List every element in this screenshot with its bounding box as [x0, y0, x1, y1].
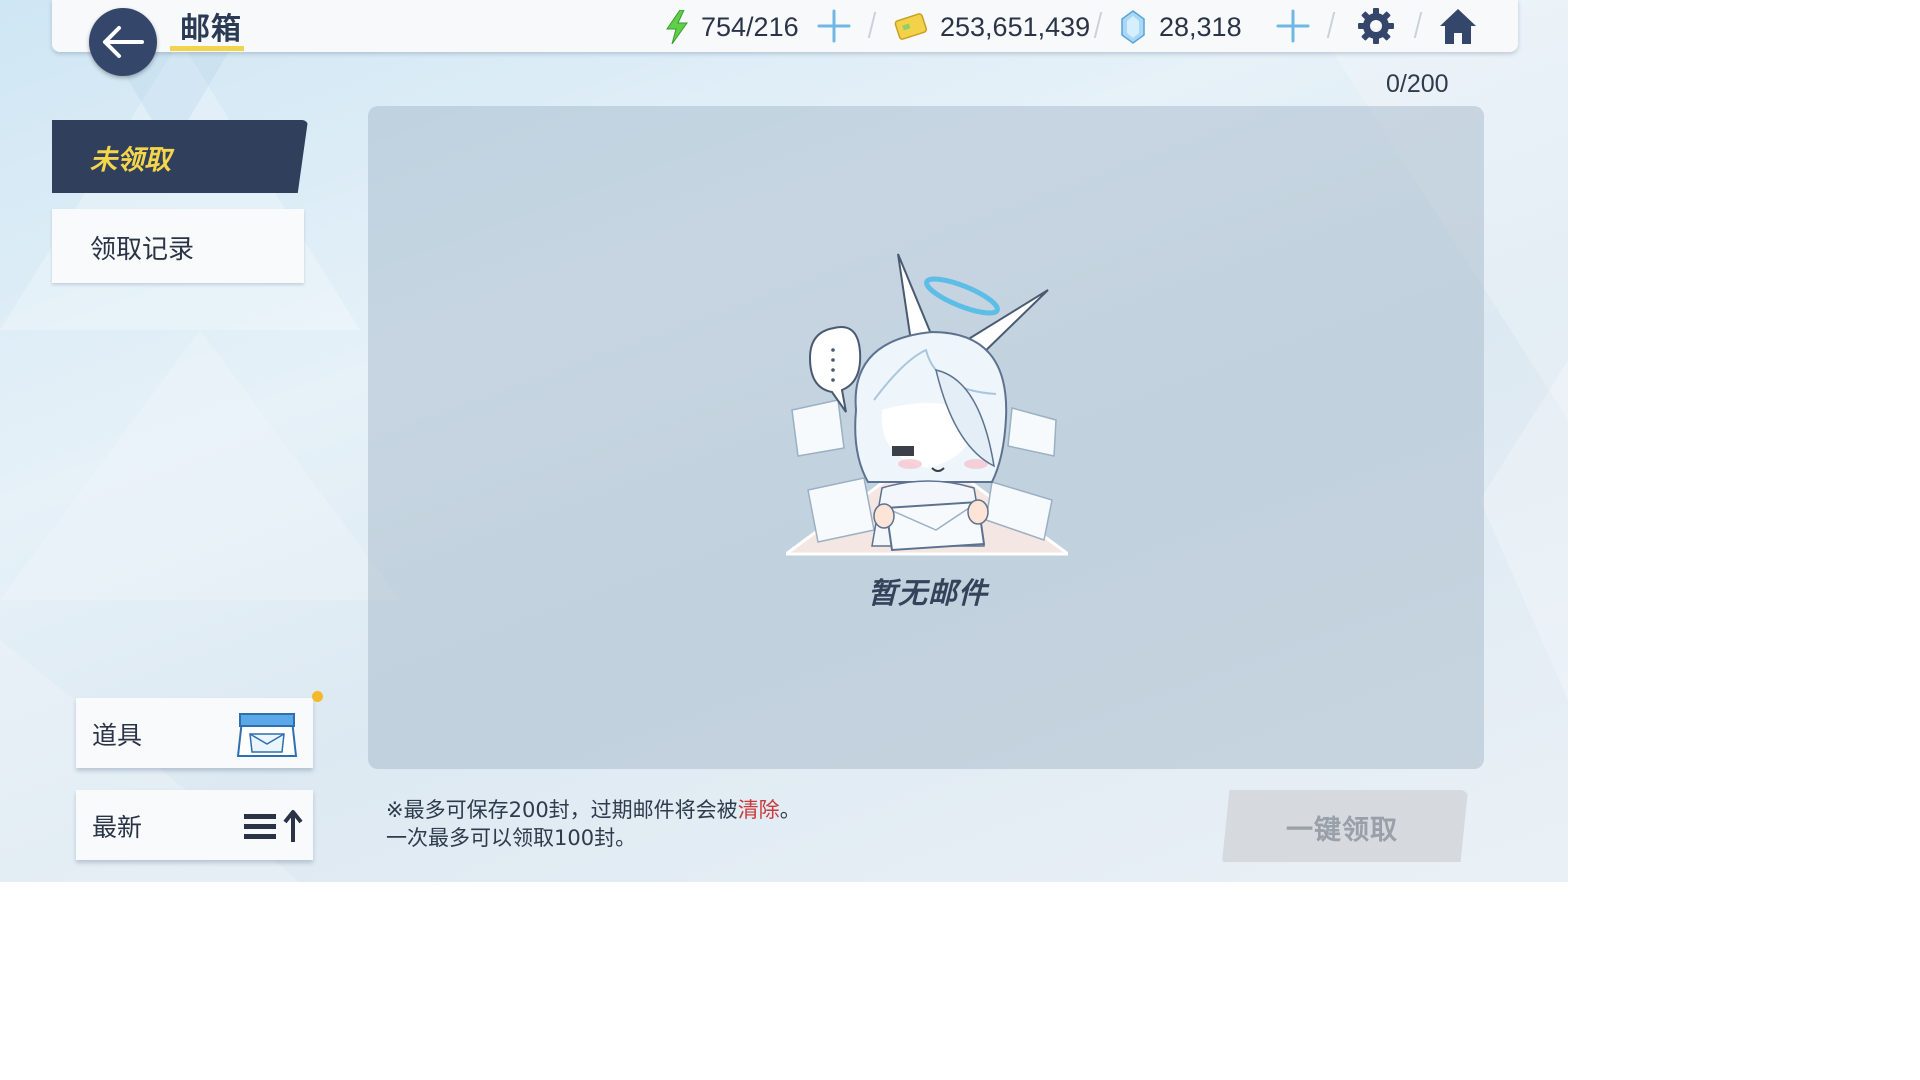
- sort-ascending-icon: [244, 810, 303, 842]
- credit-card-icon: [894, 13, 928, 40]
- title-underline: [170, 46, 244, 51]
- gems-value: 28,318: [1159, 11, 1242, 42]
- home-icon[interactable]: [1437, 6, 1479, 46]
- stamina-value: 754/216: [701, 11, 799, 42]
- crystal-icon: [1121, 10, 1145, 44]
- back-button[interactable]: [89, 8, 157, 76]
- empty-mail-message: 暂无邮件: [868, 576, 989, 610]
- tab-history[interactable]: 领取记录: [52, 209, 304, 283]
- arrow-left-icon: [103, 26, 144, 58]
- sort-label: 最新: [92, 813, 143, 842]
- mail-count: 0/200: [1386, 70, 1449, 98]
- notice-line-1-end: 。: [779, 798, 801, 822]
- claim-all-label: 一键领取: [1286, 815, 1398, 846]
- notice-warning-word: 清除: [737, 798, 780, 822]
- page-title: 邮箱: [180, 12, 242, 47]
- mascot-illustration: [786, 253, 1068, 556]
- mailbox-screen: 邮箱 754/216 253,651,439 28,318 0/200 未领取 …: [0, 0, 1568, 882]
- add-gems-button[interactable]: [1275, 8, 1311, 44]
- notice-line-1-text: ※最多可保存200封，过期邮件将会被: [386, 798, 738, 822]
- add-stamina-button[interactable]: [816, 8, 852, 44]
- item-filter-button[interactable]: 道具: [76, 698, 313, 768]
- claim-all-button[interactable]: 一键领取: [1222, 790, 1468, 862]
- mail-box-icon: [236, 713, 298, 757]
- gear-icon[interactable]: [1356, 6, 1396, 46]
- notice-line-2: 一次最多可以领取100封。: [386, 826, 637, 850]
- mail-notice: ※最多可保存200封，过期邮件将会被清除。 一次最多可以领取100封。: [386, 796, 801, 852]
- sort-button[interactable]: 最新: [76, 790, 313, 860]
- item-filter-label: 道具: [92, 721, 143, 750]
- tab-unclaimed-label: 未领取: [90, 145, 171, 176]
- lightning-icon: [666, 10, 688, 44]
- notification-dot: [312, 691, 323, 702]
- notice-line-1: ※最多可保存200封，过期邮件将会被清除。: [386, 796, 801, 824]
- credits-value: 253,651,439: [940, 11, 1091, 42]
- tab-unclaimed[interactable]: 未领取: [52, 120, 308, 193]
- tab-history-label: 领取记录: [90, 235, 195, 265]
